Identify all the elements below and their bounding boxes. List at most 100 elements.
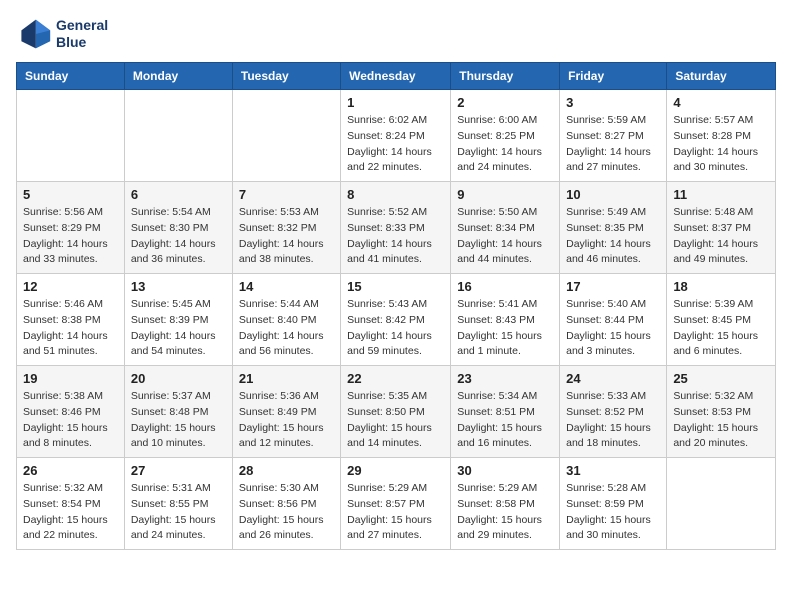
day-number: 8	[347, 187, 444, 202]
day-info: Sunrise: 5:59 AM Sunset: 8:27 PM Dayligh…	[566, 113, 660, 176]
calendar-cell: 10Sunrise: 5:49 AM Sunset: 8:35 PM Dayli…	[560, 182, 667, 274]
day-info: Sunrise: 5:43 AM Sunset: 8:42 PM Dayligh…	[347, 297, 444, 360]
calendar-cell: 19 Sunrise: 5:38 AM Sunset: 8:46 PM Dayli…	[17, 366, 125, 458]
calendar-cell	[124, 90, 232, 182]
day-number: 16	[457, 279, 553, 294]
day-number: 22	[347, 371, 444, 386]
calendar-cell	[17, 90, 125, 182]
weekday-header-wednesday: Wednesday	[341, 63, 451, 90]
weekday-header-tuesday: Tuesday	[232, 63, 340, 90]
calendar-cell: 15 Sunrise: 5:43 AM Sunset: 8:42 PM Dayli…	[341, 274, 451, 366]
logo: General Blue	[16, 16, 108, 52]
calendar-cell: 17Sunrise: 5:40 AM Sunset: 8:44 PM Dayli…	[560, 274, 667, 366]
day-info: Sunrise: 5:35 AM Sunset: 8:50 PM Dayligh…	[347, 389, 444, 452]
day-info: Sunrise: 5:46 AM Sunset: 8:38 PM Dayligh…	[23, 297, 118, 360]
day-info: Sunrise: 5:44 AM Sunset: 8:40 PM Dayligh…	[239, 297, 334, 360]
day-info: Sunrise: 6:02 AM Sunset: 8:24 PM Dayligh…	[347, 113, 444, 176]
day-info: Sunrise: 5:48 AM Sunset: 8:37 PM Dayligh…	[673, 205, 769, 268]
calendar-cell: 24 Sunrise: 5:33 AM Sunset: 8:52 PM Dayli…	[560, 366, 667, 458]
calendar-cell: 9Sunrise: 5:50 AM Sunset: 8:34 PM Daylig…	[451, 182, 560, 274]
day-info: Sunrise: 5:29 AM Sunset: 8:58 PM Dayligh…	[457, 481, 553, 544]
day-info: Sunrise: 5:36 AM Sunset: 8:49 PM Dayligh…	[239, 389, 334, 452]
calendar-cell: 4 Sunrise: 5:57 AM Sunset: 8:28 PM Daylig…	[667, 90, 776, 182]
calendar-cell: 22 Sunrise: 5:35 AM Sunset: 8:50 PM Dayli…	[341, 366, 451, 458]
day-number: 4	[673, 95, 769, 110]
calendar-week-4: 19 Sunrise: 5:38 AM Sunset: 8:46 PM Dayli…	[17, 366, 776, 458]
day-number: 13	[131, 279, 226, 294]
day-number: 23	[457, 371, 553, 386]
weekday-header-sunday: Sunday	[17, 63, 125, 90]
day-info: Sunrise: 5:39 AM Sunset: 8:45 PM Dayligh…	[673, 297, 769, 360]
calendar-cell: 6 Sunrise: 5:54 AM Sunset: 8:30 PM Daylig…	[124, 182, 232, 274]
day-info: Sunrise: 5:50 AM Sunset: 8:34 PM Dayligh…	[457, 205, 553, 268]
weekday-header-row: SundayMondayTuesdayWednesdayThursdayFrid…	[17, 63, 776, 90]
calendar-cell: 13 Sunrise: 5:45 AM Sunset: 8:39 PM Dayli…	[124, 274, 232, 366]
calendar-cell: 14 Sunrise: 5:44 AM Sunset: 8:40 PM Dayli…	[232, 274, 340, 366]
day-info: Sunrise: 5:32 AM Sunset: 8:54 PM Dayligh…	[23, 481, 118, 544]
calendar-cell: 8Sunrise: 5:52 AM Sunset: 8:33 PM Daylig…	[341, 182, 451, 274]
day-info: Sunrise: 5:49 AM Sunset: 8:35 PM Dayligh…	[566, 205, 660, 268]
day-info: Sunrise: 5:34 AM Sunset: 8:51 PM Dayligh…	[457, 389, 553, 452]
calendar-cell: 23 Sunrise: 5:34 AM Sunset: 8:51 PM Dayli…	[451, 366, 560, 458]
calendar-cell: 26Sunrise: 5:32 AM Sunset: 8:54 PM Dayli…	[17, 458, 125, 550]
calendar-table: SundayMondayTuesdayWednesdayThursdayFrid…	[16, 62, 776, 550]
weekday-header-saturday: Saturday	[667, 63, 776, 90]
logo-icon	[16, 16, 52, 52]
page-header: General Blue	[16, 16, 776, 52]
day-number: 24	[566, 371, 660, 386]
day-info: Sunrise: 5:56 AM Sunset: 8:29 PM Dayligh…	[23, 205, 118, 268]
calendar-cell: 21 Sunrise: 5:36 AM Sunset: 8:49 PM Dayli…	[232, 366, 340, 458]
calendar-week-5: 26Sunrise: 5:32 AM Sunset: 8:54 PM Dayli…	[17, 458, 776, 550]
calendar-cell: 28 Sunrise: 5:30 AM Sunset: 8:56 PM Dayli…	[232, 458, 340, 550]
day-info: Sunrise: 5:38 AM Sunset: 8:46 PM Dayligh…	[23, 389, 118, 452]
day-info: Sunrise: 5:32 AM Sunset: 8:53 PM Dayligh…	[673, 389, 769, 452]
day-number: 28	[239, 463, 334, 478]
calendar-cell: 18Sunrise: 5:39 AM Sunset: 8:45 PM Dayli…	[667, 274, 776, 366]
calendar-week-3: 12 Sunrise: 5:46 AM Sunset: 8:38 PM Dayli…	[17, 274, 776, 366]
day-number: 3	[566, 95, 660, 110]
weekday-header-friday: Friday	[560, 63, 667, 90]
day-info: Sunrise: 5:29 AM Sunset: 8:57 PM Dayligh…	[347, 481, 444, 544]
day-number: 19	[23, 371, 118, 386]
day-number: 21	[239, 371, 334, 386]
calendar-cell: 11 Sunrise: 5:48 AM Sunset: 8:37 PM Dayli…	[667, 182, 776, 274]
day-number: 31	[566, 463, 660, 478]
calendar-cell: 2Sunrise: 6:00 AM Sunset: 8:25 PM Daylig…	[451, 90, 560, 182]
logo-text: General Blue	[56, 17, 108, 51]
calendar-cell	[667, 458, 776, 550]
day-info: Sunrise: 5:45 AM Sunset: 8:39 PM Dayligh…	[131, 297, 226, 360]
day-number: 27	[131, 463, 226, 478]
calendar-cell: 30 Sunrise: 5:29 AM Sunset: 8:58 PM Dayli…	[451, 458, 560, 550]
calendar-cell: 5Sunrise: 5:56 AM Sunset: 8:29 PM Daylig…	[17, 182, 125, 274]
weekday-header-thursday: Thursday	[451, 63, 560, 90]
day-info: Sunrise: 5:31 AM Sunset: 8:55 PM Dayligh…	[131, 481, 226, 544]
calendar-cell: 1Sunrise: 6:02 AM Sunset: 8:24 PM Daylig…	[341, 90, 451, 182]
day-info: Sunrise: 5:40 AM Sunset: 8:44 PM Dayligh…	[566, 297, 660, 360]
day-info: Sunrise: 5:41 AM Sunset: 8:43 PM Dayligh…	[457, 297, 553, 360]
day-info: Sunrise: 5:33 AM Sunset: 8:52 PM Dayligh…	[566, 389, 660, 452]
calendar-week-2: 5Sunrise: 5:56 AM Sunset: 8:29 PM Daylig…	[17, 182, 776, 274]
day-info: Sunrise: 5:54 AM Sunset: 8:30 PM Dayligh…	[131, 205, 226, 268]
day-number: 6	[131, 187, 226, 202]
weekday-header-monday: Monday	[124, 63, 232, 90]
day-info: Sunrise: 5:28 AM Sunset: 8:59 PM Dayligh…	[566, 481, 660, 544]
calendar-cell: 16 Sunrise: 5:41 AM Sunset: 8:43 PM Dayli…	[451, 274, 560, 366]
day-number: 15	[347, 279, 444, 294]
calendar-cell: 31 Sunrise: 5:28 AM Sunset: 8:59 PM Dayli…	[560, 458, 667, 550]
calendar-cell: 3 Sunrise: 5:59 AM Sunset: 8:27 PM Daylig…	[560, 90, 667, 182]
day-info: Sunrise: 5:57 AM Sunset: 8:28 PM Dayligh…	[673, 113, 769, 176]
day-info: Sunrise: 6:00 AM Sunset: 8:25 PM Dayligh…	[457, 113, 553, 176]
day-number: 11	[673, 187, 769, 202]
calendar-cell: 7 Sunrise: 5:53 AM Sunset: 8:32 PM Daylig…	[232, 182, 340, 274]
day-number: 20	[131, 371, 226, 386]
day-number: 30	[457, 463, 553, 478]
day-info: Sunrise: 5:53 AM Sunset: 8:32 PM Dayligh…	[239, 205, 334, 268]
day-number: 14	[239, 279, 334, 294]
day-info: Sunrise: 5:30 AM Sunset: 8:56 PM Dayligh…	[239, 481, 334, 544]
day-number: 7	[239, 187, 334, 202]
calendar-cell	[232, 90, 340, 182]
day-number: 29	[347, 463, 444, 478]
calendar-cell: 29 Sunrise: 5:29 AM Sunset: 8:57 PM Dayli…	[341, 458, 451, 550]
day-number: 12	[23, 279, 118, 294]
calendar-week-1: 1Sunrise: 6:02 AM Sunset: 8:24 PM Daylig…	[17, 90, 776, 182]
